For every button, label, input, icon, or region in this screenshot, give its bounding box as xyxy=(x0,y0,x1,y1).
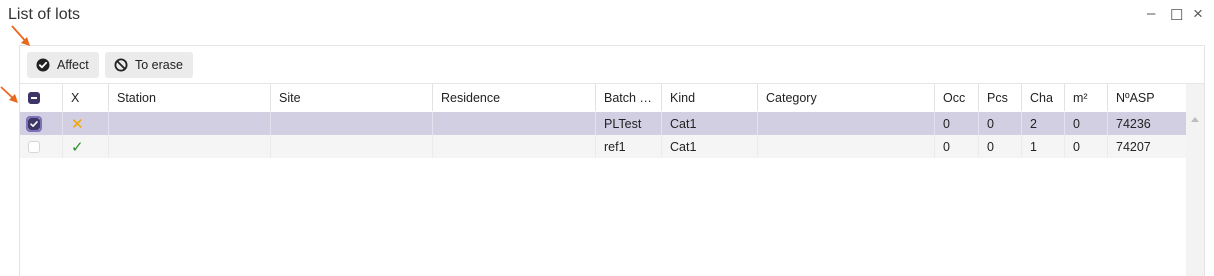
row-checkbox[interactable] xyxy=(20,112,63,135)
col-header-station[interactable]: Station xyxy=(109,84,271,111)
col-header-cha[interactable]: Cha xyxy=(1022,84,1065,111)
col-header-nasp[interactable]: NºASP xyxy=(1108,84,1186,111)
annotation-arrow-icon xyxy=(11,25,30,46)
cell-nasp: 74207 xyxy=(1116,139,1151,154)
maximize-icon[interactable]: ☐ xyxy=(1170,8,1183,24)
table-header: X Station Site Residence Batch … Kind Ca… xyxy=(20,84,1186,111)
col-header-pcs[interactable]: Pcs xyxy=(979,84,1022,111)
cell-site xyxy=(271,135,433,158)
cell-cha: 1 xyxy=(1022,135,1065,158)
status-check-icon: ✓ xyxy=(63,135,109,158)
col-header-residence[interactable]: Residence xyxy=(433,84,596,111)
cell-kind: Cat1 xyxy=(662,135,758,158)
annotation-arrow-icon xyxy=(0,86,18,103)
check-circle-icon xyxy=(36,58,50,72)
cell-residence xyxy=(433,112,596,135)
row-checkbox[interactable] xyxy=(20,135,63,158)
cell-batch: PLTest xyxy=(596,112,662,135)
toolbar: Affect To erase xyxy=(20,46,1204,84)
cell-m2: 0 xyxy=(1065,112,1108,135)
cell-pcs: 0 xyxy=(979,135,1022,158)
select-all-checkbox[interactable] xyxy=(20,84,63,111)
table-row[interactable]: ✕ PLTest Cat1 0 0 2 0 74236 xyxy=(20,112,1186,135)
status-cross-icon: ✕ xyxy=(63,112,109,135)
lots-panel: Affect To erase X Station Site Residence… xyxy=(19,45,1205,276)
col-header-m2[interactable]: m² xyxy=(1065,84,1108,111)
col-header-kind[interactable]: Kind xyxy=(662,84,758,111)
cell-station xyxy=(109,112,271,135)
cell-residence xyxy=(433,135,596,158)
table-row[interactable]: ✓ ref1 Cat1 0 0 1 0 74207 xyxy=(20,135,1186,158)
ban-icon xyxy=(114,58,128,72)
cell-category xyxy=(758,135,935,158)
col-header-occ[interactable]: Occ xyxy=(935,84,979,111)
vertical-scrollbar[interactable] xyxy=(1186,84,1204,276)
cell-m2: 0 xyxy=(1065,135,1108,158)
col-header-category[interactable]: Category xyxy=(758,84,935,111)
scroll-up-icon[interactable] xyxy=(1191,117,1199,122)
affect-label: Affect xyxy=(57,58,89,72)
minimize-icon[interactable]: – xyxy=(1147,6,1155,22)
cell-nasp: 74236 xyxy=(1116,116,1151,131)
cell-station xyxy=(109,135,271,158)
cell-batch: ref1 xyxy=(596,135,662,158)
erase-button[interactable]: To erase xyxy=(105,52,193,78)
cell-kind: Cat1 xyxy=(662,112,758,135)
cell-occ: 0 xyxy=(935,135,979,158)
affect-button[interactable]: Affect xyxy=(27,52,99,78)
col-header-x[interactable]: X xyxy=(63,84,109,111)
cell-occ: 0 xyxy=(935,112,979,135)
cell-category xyxy=(758,112,935,135)
cell-site xyxy=(271,112,433,135)
erase-label: To erase xyxy=(135,58,183,72)
col-header-batch[interactable]: Batch … xyxy=(596,84,662,111)
window-title: List of lots xyxy=(8,6,81,23)
cell-cha: 2 xyxy=(1022,112,1065,135)
cell-pcs: 0 xyxy=(979,112,1022,135)
col-header-site[interactable]: Site xyxy=(271,84,433,111)
close-icon[interactable]: × xyxy=(1193,5,1203,22)
